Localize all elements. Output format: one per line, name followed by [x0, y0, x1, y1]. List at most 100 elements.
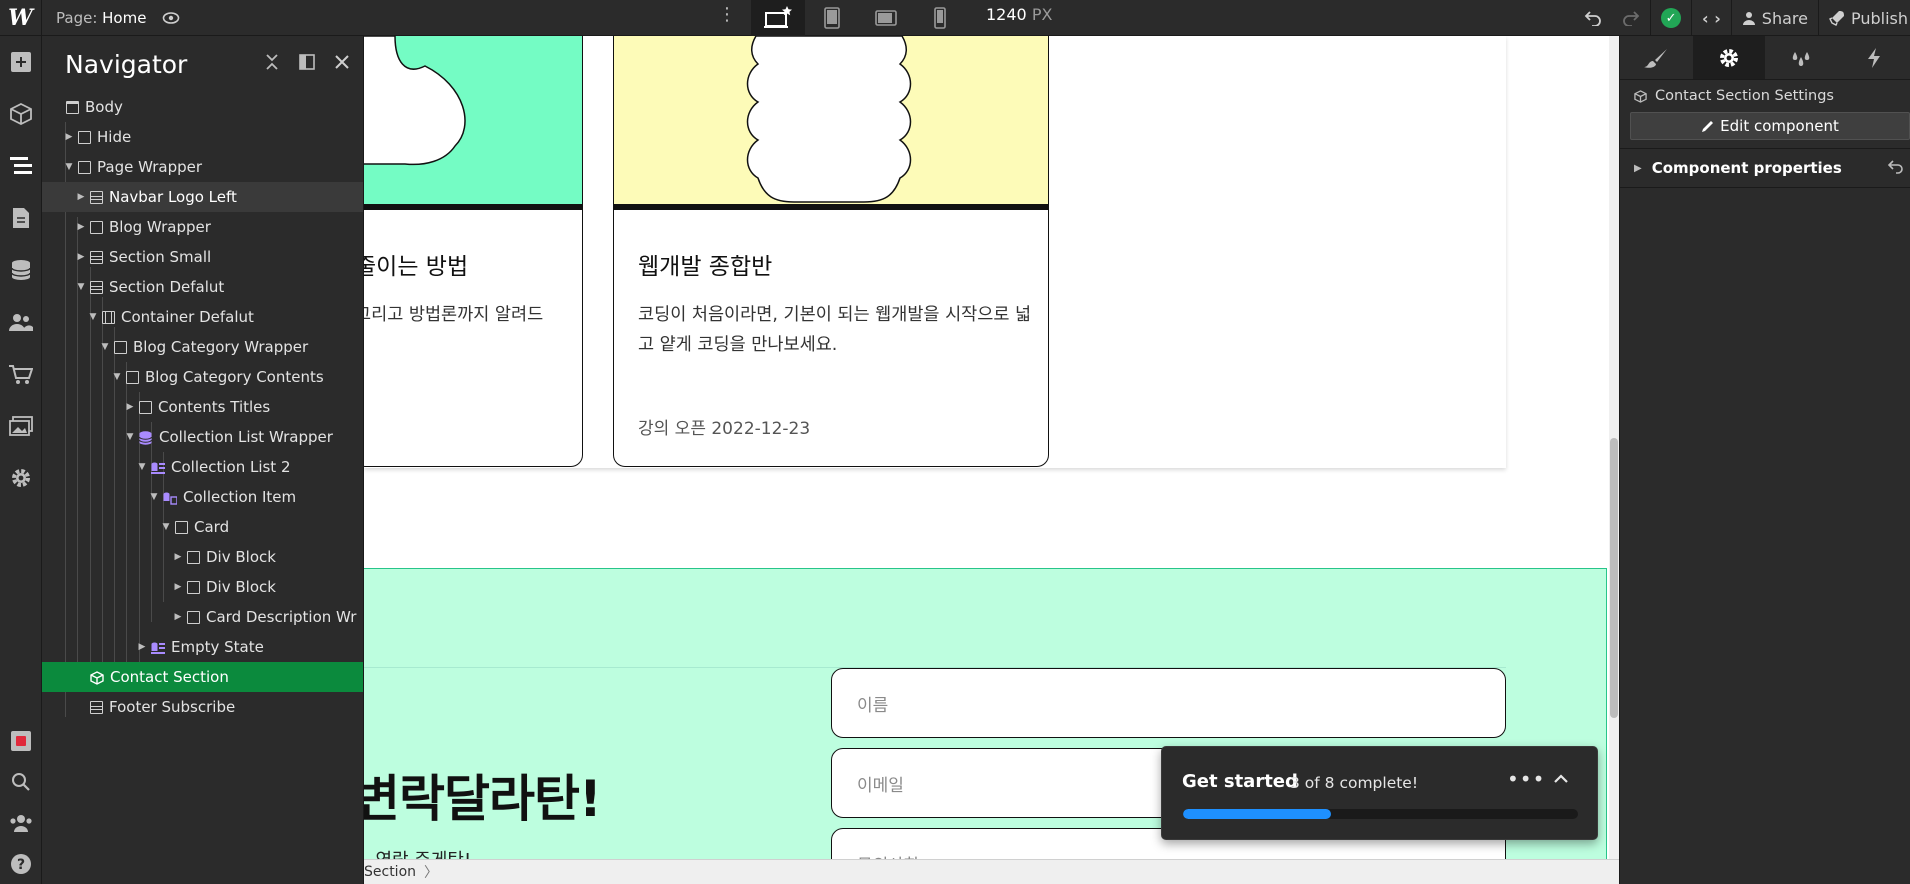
navigator-title: Navigator	[65, 49, 188, 79]
reset-icon[interactable]	[1887, 160, 1904, 178]
tree-item-collection-item[interactable]: ▼ Collection Item	[42, 482, 363, 512]
caret-right-icon[interactable]: ▶	[173, 552, 183, 562]
get-started-widget[interactable]: Get started 3 of 8 complete! •••	[1161, 746, 1598, 840]
caret-down-icon[interactable]: ▼	[64, 162, 74, 172]
users-button[interactable]	[0, 296, 42, 348]
status-button[interactable]: ✓	[1651, 0, 1691, 36]
landscape-device-button[interactable]	[859, 0, 913, 36]
more-horizontal-icon[interactable]: •••	[1507, 767, 1545, 791]
code-icon: ‹ ›	[1702, 8, 1721, 28]
progress-fill	[1183, 809, 1332, 819]
breadcrumb-item[interactable]: Section	[364, 864, 424, 880]
collection-item-icon	[163, 491, 178, 505]
tree-item-footer-subscribe[interactable]: ▸Footer Subscribe	[42, 692, 363, 722]
tree-item-collection-list-2[interactable]: ▼ Collection List 2	[42, 452, 363, 482]
tree-item-section-defalut[interactable]: ▼ Section Defalut	[42, 272, 363, 302]
webflow-logo[interactable]: W	[0, 0, 42, 36]
tree-item-collection-list-wrapper[interactable]: ▼ Collection List Wrapper	[42, 422, 363, 452]
navigator-tree: ▸Body ▶Hide ▼Page Wrapper ▶Navbar Logo L…	[42, 92, 363, 722]
caret-right-icon[interactable]: ▶	[64, 132, 74, 142]
edit-component-button[interactable]: Edit component	[1630, 112, 1910, 140]
pages-button[interactable]	[0, 192, 42, 244]
tree-item-card-description-wrapper[interactable]: ▶ Card Description Wr	[42, 602, 363, 632]
tree-item-section-small[interactable]: ▶ Section Small	[42, 242, 363, 272]
components-button[interactable]	[0, 88, 42, 140]
settings-button[interactable]	[0, 452, 42, 504]
page-selector[interactable]: Page: Home	[56, 9, 146, 27]
caret-right-icon[interactable]: ▶	[173, 582, 183, 592]
redo-button[interactable]	[1612, 0, 1650, 36]
tree-item-div-block[interactable]: ▶ Div Block	[42, 542, 363, 572]
dock-panel-icon[interactable]	[299, 54, 315, 74]
ecommerce-button[interactable]	[0, 348, 42, 400]
tree-item-container-defalut[interactable]: ▼ Container Defalut	[42, 302, 363, 332]
canvas-width[interactable]: 1240 PX	[986, 5, 1052, 24]
help-button[interactable]: ?	[0, 843, 42, 884]
caret-right-icon[interactable]: ▶	[76, 252, 86, 262]
tree-item-blog-wrapper[interactable]: ▶ Blog Wrapper	[42, 212, 363, 242]
caret-right-icon[interactable]: ▶	[76, 192, 86, 202]
name-field[interactable]: 이름	[831, 668, 1506, 738]
tree-item-blog-category-wrapper[interactable]: ▼ Blog Category Wrapper	[42, 332, 363, 362]
code-button[interactable]: ‹ ›	[1692, 0, 1731, 36]
navigator-button[interactable]	[0, 140, 42, 192]
caret-down-icon[interactable]: ▼	[125, 432, 135, 442]
publish-button[interactable]: Publish	[1819, 0, 1910, 36]
tab-style-manager[interactable]	[1765, 36, 1838, 79]
caret-down-icon[interactable]: ▼	[76, 282, 86, 292]
desktop-device-button[interactable]	[751, 0, 805, 36]
tablet-device-button[interactable]	[805, 0, 859, 36]
component-icon	[1634, 89, 1647, 103]
tree-item-blog-category-contents[interactable]: ▼ Blog Category Contents	[42, 362, 363, 392]
caret-right-icon[interactable]: ▶	[125, 402, 135, 412]
design-canvas[interactable]: 줄이는 방법 그리고 방법론까지 알려드 웹개발 종합반 코딩이 처음이라면, …	[364, 36, 1619, 859]
div-block-icon	[114, 340, 127, 354]
caret-right-icon: ▶	[1634, 162, 1642, 174]
assets-button[interactable]	[0, 400, 42, 452]
tree-item-hide[interactable]: ▶ Hide	[42, 122, 363, 152]
tree-item-contact-section[interactable]: ▸ Contact Section	[42, 662, 363, 692]
card-description: 그리고 방법론까지 알려드	[364, 305, 544, 325]
caret-down-icon[interactable]: ▼	[112, 372, 122, 382]
caret-down-icon[interactable]: ▼	[137, 462, 147, 472]
tree-item-contents-titles[interactable]: ▶ Contents Titles	[42, 392, 363, 422]
record-button[interactable]	[0, 720, 42, 761]
search-button[interactable]	[0, 761, 42, 802]
caret-down-icon[interactable]: ▼	[161, 522, 171, 532]
blog-card[interactable]: 웹개발 종합반 코딩이 처음이라면, 기본이 되는 웹개발을 시작으로 넓고 얕…	[613, 36, 1049, 467]
caret-right-icon[interactable]: ▶	[137, 642, 147, 652]
tab-style[interactable]	[1620, 36, 1693, 79]
caret-down-icon[interactable]: ▼	[88, 312, 98, 322]
tree-item-navbar-logo-left[interactable]: ▶ Navbar Logo Left	[42, 182, 363, 212]
caret-down-icon[interactable]: ▼	[149, 492, 159, 502]
close-icon[interactable]	[335, 54, 349, 74]
collaborators-button[interactable]	[0, 802, 42, 843]
tab-interactions[interactable]	[1838, 36, 1910, 79]
card-date: 강의 오픈 2022-12-23	[638, 419, 811, 439]
tree-item-page-wrapper[interactable]: ▼ Page Wrapper	[42, 152, 363, 182]
cart-icon	[9, 365, 33, 384]
mobile-device-button[interactable]	[913, 0, 967, 36]
tree-item-body[interactable]: ▸Body	[42, 92, 363, 122]
share-button[interactable]: Share	[1732, 0, 1818, 36]
cms-button[interactable]	[0, 244, 42, 296]
caret-down-icon[interactable]: ▼	[100, 342, 110, 352]
share-label: Share	[1761, 8, 1808, 28]
element-breadcrumb: Section 〉	[364, 859, 1619, 884]
chevron-up-icon[interactable]	[1553, 769, 1569, 788]
tab-settings[interactable]	[1692, 36, 1765, 79]
tree-item-div-block[interactable]: ▶ Div Block	[42, 572, 363, 602]
device-switcher	[705, 0, 967, 36]
pencil-icon	[1702, 120, 1714, 132]
tree-item-empty-state[interactable]: ▶ Empty State	[42, 632, 363, 662]
collapse-all-icon[interactable]	[265, 54, 279, 74]
component-properties-section[interactable]: ▶ Component properties	[1620, 149, 1910, 187]
blog-card[interactable]: 줄이는 방법 그리고 방법론까지 알려드	[364, 36, 583, 467]
undo-button[interactable]	[1574, 0, 1612, 36]
eye-icon[interactable]	[162, 11, 180, 25]
add-elements-button[interactable]	[0, 36, 42, 88]
caret-right-icon[interactable]: ▶	[173, 612, 183, 622]
tree-item-card[interactable]: ▼ Card	[42, 512, 363, 542]
caret-right-icon[interactable]: ▶	[76, 222, 86, 232]
scrollbar-thumb[interactable]	[1610, 438, 1618, 718]
